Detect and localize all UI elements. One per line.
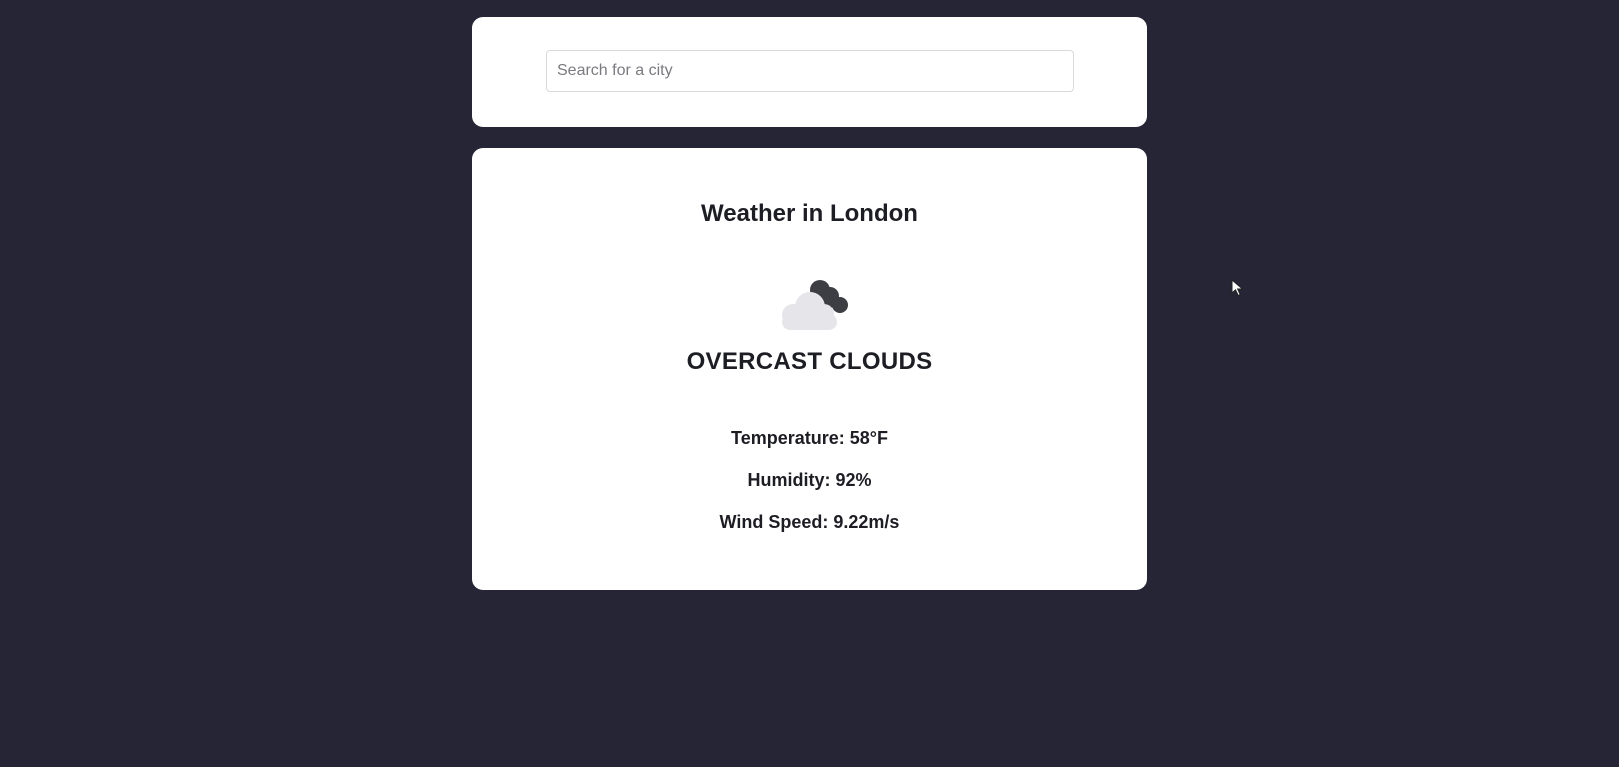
weather-title: Weather in London [701, 200, 918, 227]
city-search-input[interactable] [546, 50, 1074, 92]
weather-description: OVERCAST CLOUDS [686, 348, 933, 375]
weather-card: Weather in London OVERCAST CLOUDS Temper… [472, 148, 1147, 590]
mouse-cursor-icon [1231, 279, 1244, 297]
overcast-clouds-icon [782, 280, 848, 330]
humidity-text: Humidity: 92% [747, 470, 872, 490]
temperature-text: Temperature: 58°F [731, 428, 888, 448]
search-card [472, 17, 1147, 127]
wind-speed-text: Wind Speed: 9.22m/s [719, 512, 900, 532]
